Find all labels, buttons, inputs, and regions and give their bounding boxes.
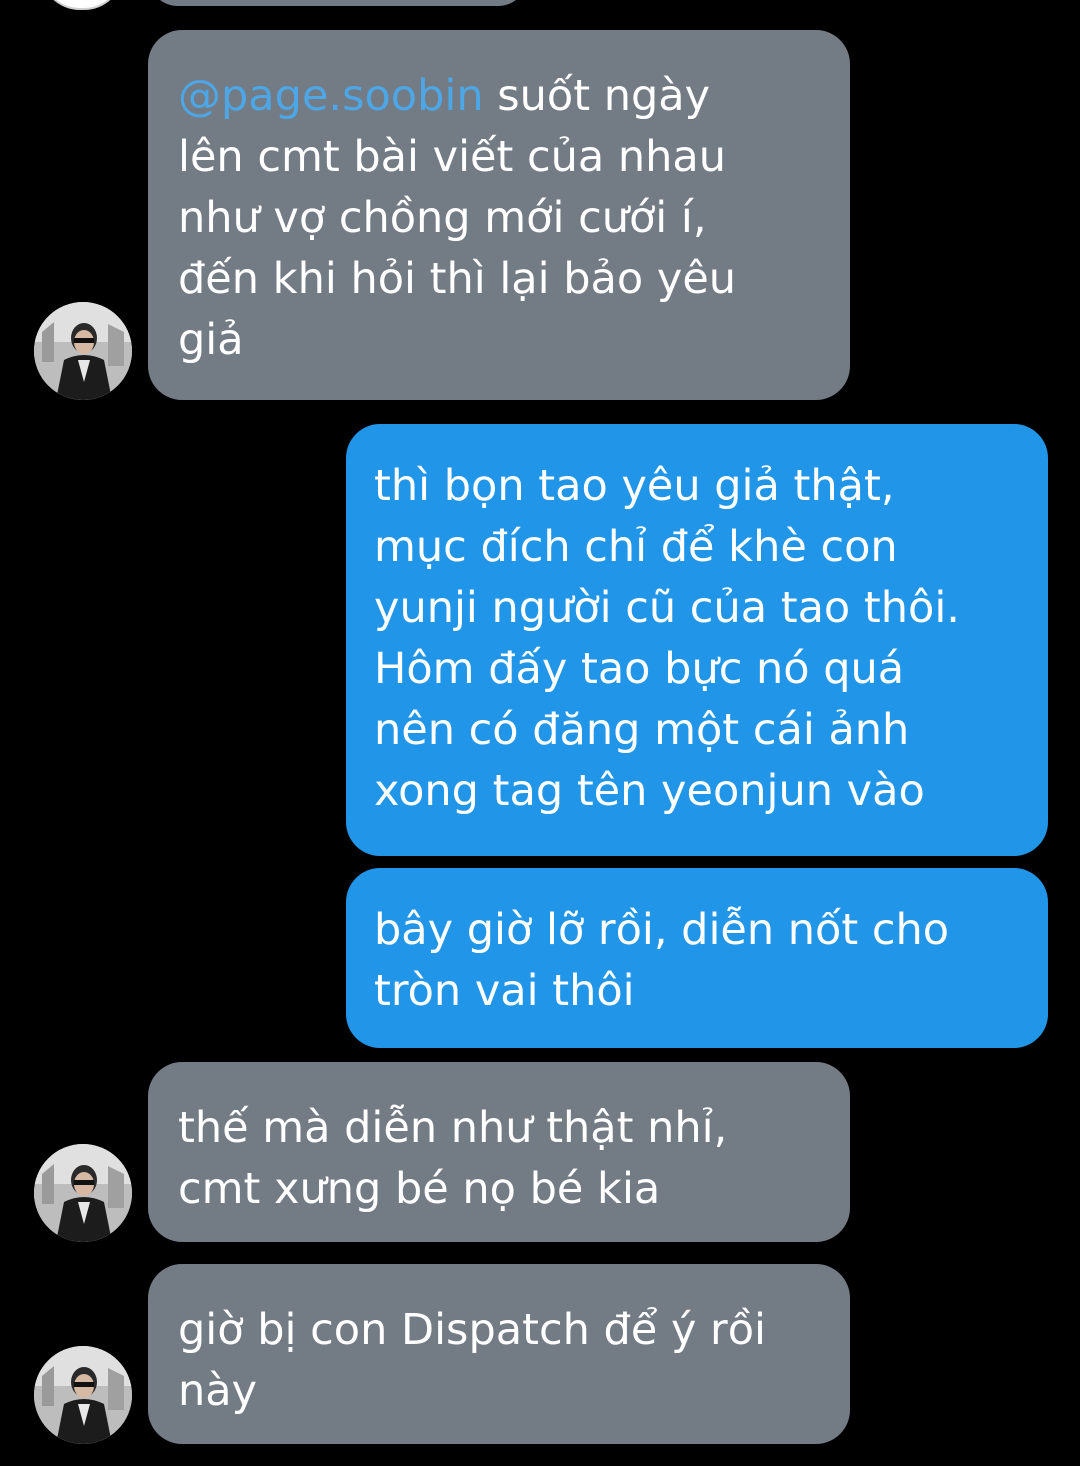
message-bubble-outgoing[interactable]: bây giờ lỡ rồi, diễn nốt cho tròn vai th…: [346, 868, 1048, 1048]
mention-link[interactable]: @page.soobin: [178, 71, 484, 121]
message-text: thế mà diễn như thật nhỉ, cmt xưng bé nọ…: [178, 1103, 728, 1214]
message-bubble-incoming[interactable]: giờ bị con Dispatch để ý rồi này: [148, 1264, 850, 1444]
chat-thread[interactable]: @page.soobin suốt ngày lên cmt bài viết …: [0, 0, 1080, 1466]
message-text: bây giờ lỡ rồi, diễn nốt cho tròn vai th…: [374, 905, 950, 1016]
avatar[interactable]: [34, 1144, 132, 1242]
avatar[interactable]: [34, 1346, 132, 1444]
avatar[interactable]: [34, 302, 132, 400]
message-bubble-partial: [148, 0, 528, 6]
profile-photo-icon: [34, 302, 132, 400]
message-text: giờ bị con Dispatch để ý rồi này: [178, 1305, 766, 1416]
message-text: thì bọn tao yêu giả thật, mục đích chỉ đ…: [374, 461, 960, 816]
profile-photo-icon: [34, 1144, 132, 1242]
avatar-partial[interactable]: [40, 0, 124, 10]
message-bubble-incoming[interactable]: @page.soobin suốt ngày lên cmt bài viết …: [148, 30, 850, 400]
message-bubble-incoming[interactable]: thế mà diễn như thật nhỉ, cmt xưng bé nọ…: [148, 1062, 850, 1242]
profile-photo-icon: [34, 1346, 132, 1444]
message-bubble-outgoing[interactable]: thì bọn tao yêu giả thật, mục đích chỉ đ…: [346, 424, 1048, 856]
